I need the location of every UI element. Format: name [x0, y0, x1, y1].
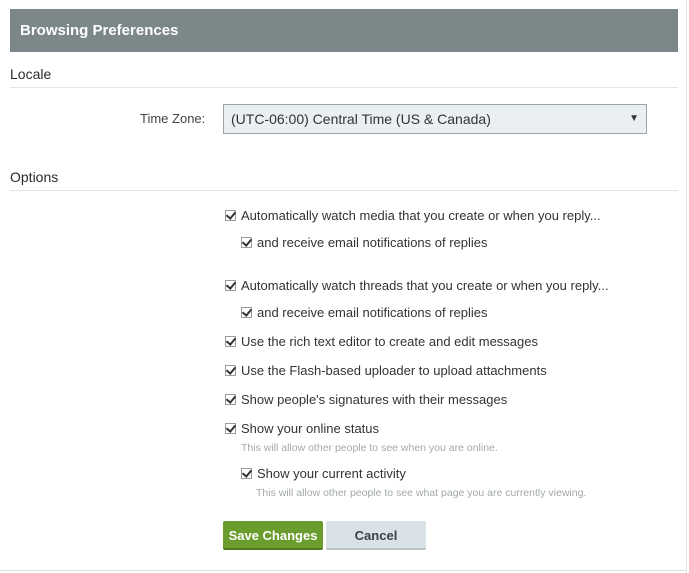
save-changes-button[interactable]: Save Changes	[223, 521, 323, 550]
option-label: and receive email notifications of repli…	[257, 234, 488, 250]
options-section-title: Options	[10, 169, 59, 185]
timezone-label: Time Zone:	[140, 111, 206, 126]
online-status-checkbox[interactable]	[225, 422, 236, 434]
option-watch-media-email[interactable]: and receive email notifications of repli…	[241, 233, 488, 251]
watch-threads-checkbox[interactable]	[225, 279, 236, 291]
online-status-hint: This will allow other people to see when…	[241, 442, 498, 454]
option-label: and receive email notifications of repli…	[257, 304, 488, 320]
locale-section-title: Locale	[10, 66, 52, 82]
option-watch-threads-email[interactable]: and receive email notifications of repli…	[241, 303, 488, 321]
watch-media-email-checkbox[interactable]	[241, 236, 252, 248]
rich-text-editor-checkbox[interactable]	[225, 335, 236, 347]
page-title: Browsing Preferences	[20, 22, 179, 39]
option-show-signatures[interactable]: Show people's signatures with their mess…	[225, 390, 507, 408]
option-label: Use the rich text editor to create and e…	[241, 333, 538, 349]
dropdown-arrow-icon: ▼	[629, 113, 639, 124]
option-flash-uploader[interactable]: Use the Flash-based uploader to upload a…	[225, 361, 547, 379]
option-online-status[interactable]: Show your online status	[225, 419, 379, 437]
watch-media-checkbox[interactable]	[225, 209, 236, 221]
option-label: Show your current activity	[257, 465, 406, 481]
flash-uploader-checkbox[interactable]	[225, 364, 236, 376]
cancel-button[interactable]: Cancel	[326, 521, 426, 550]
show-signatures-checkbox[interactable]	[225, 393, 236, 405]
current-activity-hint: This will allow other people to see what…	[256, 487, 587, 499]
option-current-activity[interactable]: Show your current activity	[241, 464, 406, 482]
page-header: Browsing Preferences	[10, 9, 678, 52]
option-label: Use the Flash-based uploader to upload a…	[241, 362, 547, 378]
locale-divider	[10, 87, 678, 88]
options-divider	[10, 190, 678, 191]
option-label: Show people's signatures with their mess…	[241, 391, 508, 407]
option-watch-threads[interactable]: Automatically watch threads that you cre…	[225, 276, 609, 294]
watch-threads-email-checkbox[interactable]	[241, 306, 252, 318]
current-activity-checkbox[interactable]	[241, 467, 252, 479]
scrollbar-edge	[686, 0, 687, 573]
timezone-selected-value: (UTC-06:00) Central Time (US & Canada)	[231, 111, 491, 127]
option-rich-text-editor[interactable]: Use the rich text editor to create and e…	[225, 332, 538, 350]
timezone-select[interactable]: (UTC-06:00) Central Time (US & Canada) ▼	[223, 104, 647, 134]
option-label: Automatically watch media that you creat…	[241, 207, 601, 223]
bottom-edge	[0, 570, 686, 571]
option-label: Automatically watch threads that you cre…	[241, 277, 609, 293]
option-label: Show your online status	[241, 420, 380, 436]
option-watch-media[interactable]: Automatically watch media that you creat…	[225, 206, 601, 224]
